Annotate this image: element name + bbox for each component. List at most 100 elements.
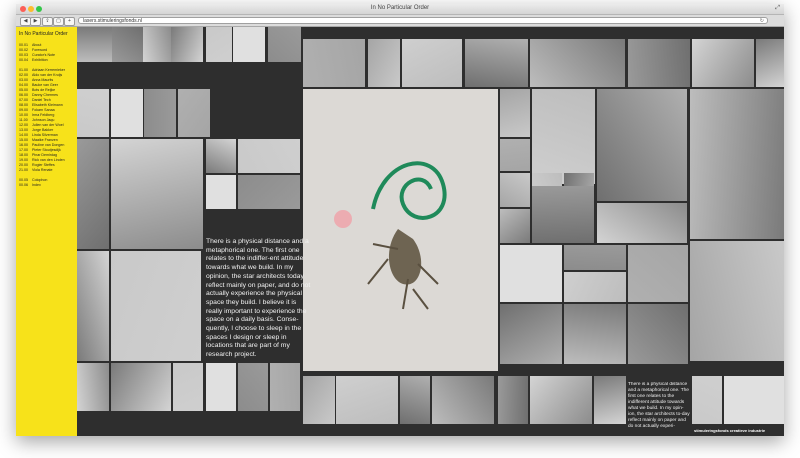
toc-item-number: 21.00 [19, 168, 28, 172]
gallery-photo[interactable] [532, 89, 595, 184]
rope-photo [303, 89, 498, 371]
gallery-photo[interactable] [594, 376, 626, 424]
gallery-photo[interactable] [692, 376, 722, 424]
toc-item-label: Exhibition [32, 58, 48, 62]
gallery-photo[interactable] [206, 139, 236, 173]
toc-item-label: Adriaan Kerremieker [32, 68, 65, 72]
gallery-photo[interactable] [432, 376, 494, 424]
gallery-photo[interactable] [628, 304, 688, 364]
site-title[interactable]: In No Particular Order [19, 31, 74, 37]
featured-photo[interactable] [303, 89, 498, 371]
toc-intro-list: 00.01 About 00.02 Foreword 00.03 Curator's No… [19, 43, 74, 63]
toc-item-label: Rogier Steffes [32, 163, 55, 167]
gallery-photo[interactable] [402, 39, 462, 87]
toc-item-label: Bots de Reijke [32, 88, 56, 92]
fullscreen-icon[interactable]: ⤢ [775, 5, 780, 12]
gallery-photo[interactable] [173, 363, 203, 411]
gallery-photo[interactable] [238, 175, 300, 209]
toc-item-label: Viola Renate [32, 168, 53, 172]
toc-item-label: Johnson Jaqu [32, 118, 55, 122]
gallery-photo[interactable] [206, 27, 232, 62]
gallery-photo[interactable] [303, 376, 335, 424]
gallery-photo[interactable] [500, 173, 530, 207]
page-viewport: In No Particular Order 00.01 About 00.02 Fo… [16, 27, 784, 436]
gallery-photo[interactable] [500, 209, 530, 243]
gallery-photo[interactable] [270, 363, 300, 411]
gallery-photo[interactable] [628, 245, 688, 302]
gallery-photo[interactable] [500, 139, 530, 171]
new-tab-button[interactable]: + [64, 17, 75, 26]
toc-item[interactable]: 00.06 Index [19, 183, 74, 188]
gallery-photo[interactable] [111, 89, 143, 137]
toc-item-number: 00.06 [19, 183, 28, 187]
toc-item-label: Linda Silverman [32, 133, 58, 137]
footer-credit[interactable]: stimuleringsfonds creatieve industrie [694, 428, 765, 433]
gallery-photo[interactable] [690, 241, 784, 361]
toc-item-label: Curator's Note [32, 53, 56, 57]
forward-button[interactable]: ▶ [30, 17, 41, 26]
gallery-photo[interactable] [564, 272, 626, 302]
gallery-photo[interactable] [238, 363, 268, 411]
gallery-photo[interactable] [368, 39, 400, 87]
toc-item-label: Jorge Bakker [32, 128, 54, 132]
url-text: lasers.stimuleringsfonds.nl [83, 18, 142, 24]
gallery-photo[interactable] [77, 89, 109, 137]
gallery-photo[interactable] [112, 27, 143, 62]
gallery-photo[interactable] [530, 39, 625, 87]
toc-item-label: Fokarn Sanaa [32, 108, 55, 112]
gallery-photo[interactable] [206, 175, 236, 209]
gallery-photo[interactable] [336, 376, 398, 424]
address-bar[interactable]: lasers.stimuleringsfonds.nl ↻ [78, 17, 768, 24]
quote-text-secondary: There is a physical distance and a metap… [628, 382, 690, 429]
gallery-photo[interactable] [500, 304, 562, 364]
gallery-photo[interactable] [724, 376, 784, 424]
gallery-photo[interactable] [400, 376, 430, 424]
gallery-photo[interactable] [144, 89, 176, 137]
gallery-photo[interactable] [111, 251, 201, 361]
gallery-photo[interactable] [171, 27, 203, 62]
gallery-photo[interactable] [143, 27, 171, 62]
reload-icon[interactable]: ↻ [760, 18, 764, 25]
gallery-photo[interactable] [500, 89, 530, 137]
gallery-photo[interactable] [77, 251, 109, 361]
toc-item-label: Anna Maurits [32, 78, 54, 82]
share-button[interactable]: ⇪ [42, 17, 53, 26]
gallery-photo[interactable] [530, 376, 592, 424]
gallery-photo[interactable] [77, 27, 112, 62]
gallery-photo[interactable] [268, 27, 301, 62]
toc-item-label: Pieter Stoutjesdijk [32, 148, 61, 152]
gallery-photo[interactable] [564, 245, 626, 270]
toc-item-label: Aldo van der Kruijs [32, 73, 63, 77]
gallery-photo[interactable] [498, 376, 528, 424]
toc-item-label: Irma Feldberg [32, 113, 55, 117]
gallery-photo[interactable] [500, 245, 562, 302]
gallery-photo[interactable] [77, 139, 109, 249]
gallery-photo[interactable] [77, 363, 109, 411]
toc-item-label: Colophon [32, 178, 48, 182]
toc-people-list: 01.00 Adriaan Kerremieker 02.00 Aldo van de… [19, 68, 74, 173]
toc-outro-list: 00.05 Colophon 00.06 Index [19, 178, 74, 188]
gallery-photo[interactable] [690, 89, 784, 239]
gallery-photo[interactable] [532, 186, 594, 243]
gallery-photo[interactable] [597, 203, 687, 243]
gallery-photo[interactable] [692, 39, 754, 87]
toc-item-label: Danny Chermes [32, 93, 58, 97]
gallery-photo[interactable] [178, 89, 210, 137]
gallery-photo[interactable] [233, 27, 265, 62]
toc-item-number: 00.04 [19, 58, 28, 62]
gallery-photo[interactable] [111, 363, 171, 411]
gallery-photo[interactable] [465, 39, 528, 87]
sidebar-menu: In No Particular Order 00.01 About 00.02 Fo… [16, 27, 77, 436]
gallery-photo[interactable] [628, 39, 690, 87]
gallery-photo[interactable] [206, 363, 236, 411]
gallery-photo[interactable] [303, 39, 365, 87]
toc-item-label: Index [32, 183, 41, 187]
gallery-photo[interactable] [238, 139, 300, 173]
gallery-photo[interactable] [756, 39, 784, 87]
toc-item-label: Pauline van Dongen [32, 143, 65, 147]
gallery-photo[interactable] [564, 304, 626, 364]
gallery-photo[interactable] [597, 89, 687, 201]
gallery-photo[interactable] [111, 139, 203, 249]
show-all-tabs-button[interactable]: ▢ [53, 17, 64, 26]
window-title: In No Particular Order [370, 5, 430, 11]
